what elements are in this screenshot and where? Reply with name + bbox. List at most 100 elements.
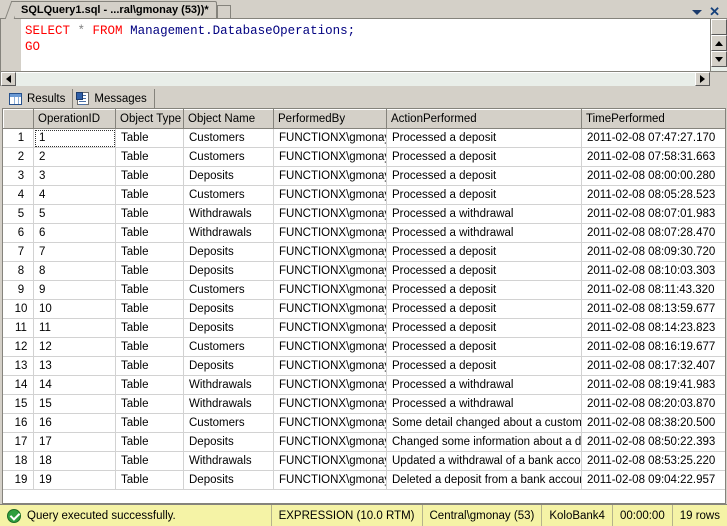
table-row[interactable]: 6 6 Table Withdrawals FUNCTIONX\gmonay Proces… [3, 223, 725, 243]
cell-operationid[interactable]: 9 [33, 280, 116, 300]
cell-operationid[interactable]: 15 [33, 394, 116, 414]
column-header-performedby[interactable]: PerformedBy [273, 109, 387, 129]
cell-timeperformed[interactable]: 2011-02-08 08:38:20.500 [581, 413, 725, 433]
cell-timeperformed[interactable]: 2011-02-08 08:11:43.320 [581, 280, 725, 300]
cell-actionperformed[interactable]: Processed a deposit [386, 147, 582, 167]
row-header-cell[interactable]: 11 [3, 318, 34, 338]
cell-timeperformed[interactable]: 2011-02-08 09:04:22.957 [581, 470, 725, 490]
cell-performedby[interactable]: FUNCTIONX\gmonay [273, 166, 387, 186]
cell-performedby[interactable]: FUNCTIONX\gmonay [273, 394, 387, 414]
cell-actionperformed[interactable]: Changed some information about a de... [386, 432, 582, 452]
cell-operationid[interactable]: 10 [33, 299, 116, 319]
cell-actionperformed[interactable]: Processed a deposit [386, 261, 582, 281]
row-header-cell[interactable]: 16 [3, 413, 34, 433]
row-header-cell[interactable]: 2 [3, 147, 34, 167]
cell-objectname[interactable]: Withdrawals [183, 204, 274, 224]
row-header-cell[interactable]: 18 [3, 451, 34, 471]
cell-performedby[interactable]: FUNCTIONX\gmonay [273, 470, 387, 490]
cell-actionperformed[interactable]: Processed a withdrawal [386, 394, 582, 414]
table-row[interactable]: 12 12 Table Customers FUNCTIONX\gmonay Proces… [3, 337, 725, 357]
cell-objectname[interactable]: Withdrawals [183, 223, 274, 243]
cell-timeperformed[interactable]: 2011-02-08 08:05:28.523 [581, 185, 725, 205]
cell-objectname[interactable]: Customers [183, 280, 274, 300]
cell-performedby[interactable]: FUNCTIONX\gmonay [273, 413, 387, 433]
table-row[interactable]: 11 11 Table Deposits FUNCTIONX\gmonay Process… [3, 318, 725, 338]
cell-actionperformed[interactable]: Processed a deposit [386, 128, 582, 148]
table-row[interactable]: 18 18 Table Withdrawals FUNCTIONX\gmonay Upda… [3, 451, 725, 471]
row-header-cell[interactable]: 7 [3, 242, 34, 262]
scroll-track[interactable] [711, 67, 727, 71]
cell-timeperformed[interactable]: 2011-02-08 08:53:25.220 [581, 451, 725, 471]
cell-objecttype[interactable]: Table [115, 356, 184, 376]
table-row[interactable]: 14 14 Table Withdrawals FUNCTIONX\gmonay Proc… [3, 375, 725, 395]
tab-results[interactable]: Results [5, 89, 74, 108]
cell-objecttype[interactable]: Table [115, 166, 184, 186]
table-row[interactable]: 15 15 Table Withdrawals FUNCTIONX\gmonay Proc… [3, 394, 725, 414]
table-row[interactable]: 8 8 Table Deposits FUNCTIONX\gmonay Processed… [3, 261, 725, 281]
row-header-cell[interactable]: 12 [3, 337, 34, 357]
cell-operationid[interactable]: 2 [33, 147, 116, 167]
scroll-up-button[interactable] [711, 35, 727, 51]
cell-objecttype[interactable]: Table [115, 318, 184, 338]
cell-timeperformed[interactable]: 2011-02-08 08:09:30.720 [581, 242, 725, 262]
table-row[interactable]: 13 13 Table Deposits FUNCTIONX\gmonay Process… [3, 356, 725, 376]
cell-performedby[interactable]: FUNCTIONX\gmonay [273, 242, 387, 262]
row-header-cell[interactable]: 14 [3, 375, 34, 395]
column-header-timeperformed[interactable]: TimePerformed [581, 109, 725, 129]
cell-operationid[interactable]: 4 [33, 185, 116, 205]
scroll-down-button[interactable] [711, 51, 727, 67]
cell-timeperformed[interactable]: 2011-02-08 07:58:31.663 [581, 147, 725, 167]
cell-performedby[interactable]: FUNCTIONX\gmonay [273, 337, 387, 357]
table-row[interactable]: 19 19 Table Deposits FUNCTIONX\gmonay Deleted… [3, 470, 725, 490]
cell-objecttype[interactable]: Table [115, 413, 184, 433]
cell-actionperformed[interactable]: Processed a deposit [386, 280, 582, 300]
cell-performedby[interactable]: FUNCTIONX\gmonay [273, 432, 387, 452]
table-row[interactable]: 16 16 Table Customers FUNCTIONX\gmonay Some d… [3, 413, 725, 433]
cell-objectname[interactable]: Customers [183, 185, 274, 205]
cell-actionperformed[interactable]: Some detail changed about a customer [386, 413, 582, 433]
cell-actionperformed[interactable]: Updated a withdrawal of a bank acco... [386, 451, 582, 471]
cell-performedby[interactable]: FUNCTIONX\gmonay [273, 261, 387, 281]
row-header-cell[interactable]: 8 [3, 261, 34, 281]
cell-timeperformed[interactable]: 2011-02-08 08:16:19.677 [581, 337, 725, 357]
column-header-operationid[interactable]: OperationID [33, 109, 116, 129]
cell-objecttype[interactable]: Table [115, 147, 184, 167]
cell-actionperformed[interactable]: Processed a deposit [386, 356, 582, 376]
chevron-down-icon[interactable] [692, 9, 703, 15]
cell-timeperformed[interactable]: 2011-02-08 08:14:23.823 [581, 318, 725, 338]
cell-performedby[interactable]: FUNCTIONX\gmonay [273, 318, 387, 338]
cell-performedby[interactable]: FUNCTIONX\gmonay [273, 204, 387, 224]
cell-objecttype[interactable]: Table [115, 128, 184, 148]
cell-performedby[interactable]: FUNCTIONX\gmonay [273, 451, 387, 471]
cell-objecttype[interactable]: Table [115, 261, 184, 281]
cell-objecttype[interactable]: Table [115, 432, 184, 452]
cell-performedby[interactable]: FUNCTIONX\gmonay [273, 223, 387, 243]
row-header-cell[interactable]: 6 [3, 223, 34, 243]
cell-operationid[interactable]: 12 [33, 337, 116, 357]
cell-objectname[interactable]: Deposits [183, 242, 274, 262]
cell-operationid[interactable]: 19 [33, 470, 116, 490]
table-row[interactable]: 9 9 Table Customers FUNCTIONX\gmonay Processe… [3, 280, 725, 300]
table-row[interactable]: 4 4 Table Customers FUNCTIONX\gmonay Processe… [3, 185, 725, 205]
cell-timeperformed[interactable]: 2011-02-08 08:07:28.470 [581, 223, 725, 243]
cell-objectname[interactable]: Deposits [183, 299, 274, 319]
cell-actionperformed[interactable]: Processed a deposit [386, 337, 582, 357]
cell-objectname[interactable]: Deposits [183, 261, 274, 281]
cell-objectname[interactable]: Customers [183, 337, 274, 357]
cell-performedby[interactable]: FUNCTIONX\gmonay [273, 280, 387, 300]
cell-actionperformed[interactable]: Deleted a deposit from a bank account. [386, 470, 582, 490]
cell-objectname[interactable]: Deposits [183, 432, 274, 452]
cell-actionperformed[interactable]: Processed a deposit [386, 166, 582, 186]
cell-actionperformed[interactable]: Processed a withdrawal [386, 375, 582, 395]
cell-objectname[interactable]: Withdrawals [183, 394, 274, 414]
close-icon[interactable]: ✕ [709, 5, 720, 18]
cell-timeperformed[interactable]: 2011-02-08 08:20:03.870 [581, 394, 725, 414]
cell-actionperformed[interactable]: Processed a deposit [386, 318, 582, 338]
cell-performedby[interactable]: FUNCTIONX\gmonay [273, 128, 387, 148]
cell-actionperformed[interactable]: Processed a withdrawal [386, 223, 582, 243]
cell-actionperformed[interactable]: Processed a withdrawal [386, 204, 582, 224]
cell-objecttype[interactable]: Table [115, 375, 184, 395]
cell-operationid[interactable]: 13 [33, 356, 116, 376]
table-row[interactable]: 5 5 Table Withdrawals FUNCTIONX\gmonay Proces… [3, 204, 725, 224]
cell-operationid[interactable]: 8 [33, 261, 116, 281]
